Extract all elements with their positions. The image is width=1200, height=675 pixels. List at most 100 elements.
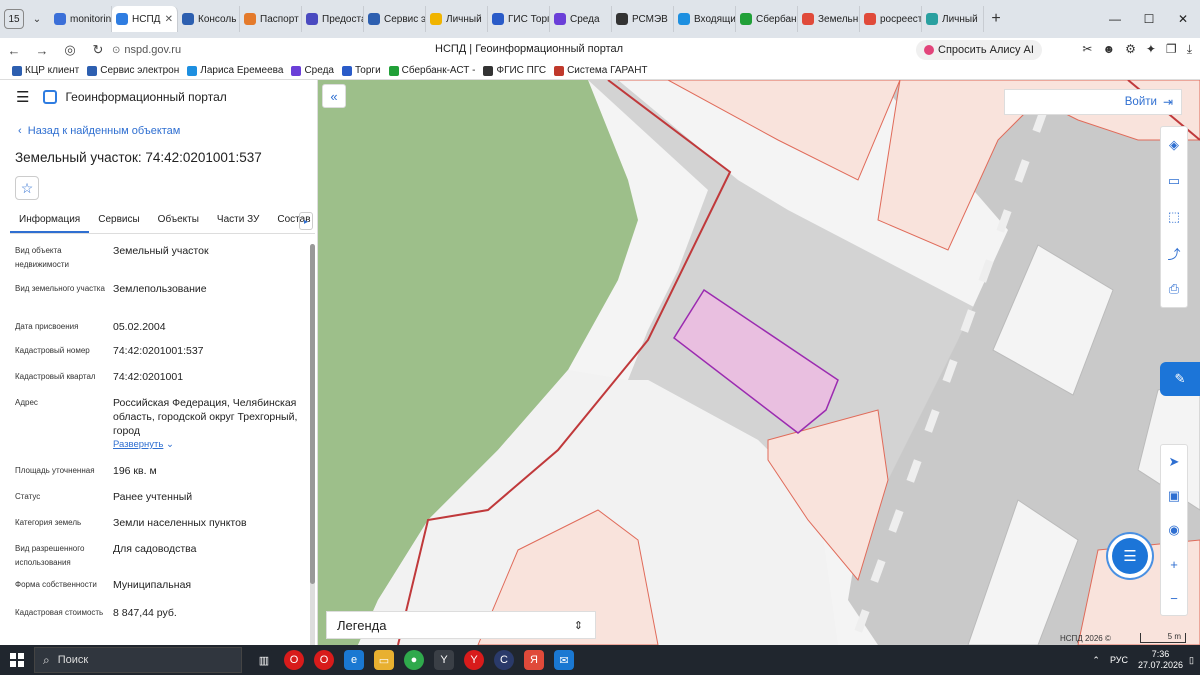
chat-button[interactable]: ☰ bbox=[1112, 538, 1148, 574]
maximize-icon[interactable]: ☐ bbox=[1132, 12, 1166, 26]
menu-icon[interactable]: ☰ bbox=[16, 88, 29, 106]
share-icon[interactable]: ⤴ bbox=[1161, 235, 1187, 271]
browser-tab[interactable]: Сервис э bbox=[364, 6, 426, 32]
notifications-icon[interactable]: ▯ bbox=[1189, 655, 1194, 666]
info-tab[interactable]: Части ЗУ bbox=[208, 210, 268, 233]
protect-icon[interactable]: ◎ bbox=[56, 42, 84, 58]
map-canvas[interactable] bbox=[318, 80, 1200, 645]
puzzle-icon[interactable]: ✦ bbox=[1146, 42, 1156, 57]
mail-icon[interactable]: ✉ bbox=[554, 650, 574, 670]
collections-icon[interactable]: ❐ bbox=[1166, 42, 1177, 57]
bookmark-item[interactable]: ФГИС ПГС bbox=[483, 65, 546, 76]
panel-header: ☰ Геоинформационный портал bbox=[0, 80, 317, 114]
new-tab-button[interactable]: + bbox=[984, 10, 1008, 28]
tab-favicon-icon bbox=[116, 13, 128, 25]
expand-chevron-icon: ⌄ bbox=[163, 439, 174, 450]
tab-label: monitoring bbox=[70, 13, 112, 25]
info-tab[interactable]: Сервисы bbox=[89, 210, 148, 233]
browser-tab[interactable]: Паспорт bbox=[240, 6, 302, 32]
property-value-text: Российская Федерация, Челябинская област… bbox=[113, 397, 298, 437]
back-arrow-icon[interactable]: ← bbox=[0, 43, 28, 58]
back-to-results-link[interactable]: ‹ Назад к найденным объектам bbox=[18, 125, 180, 137]
browser-tab[interactable]: Земельн bbox=[798, 6, 860, 32]
yandex-browser-icon[interactable]: Y bbox=[434, 650, 454, 670]
tabs-scroll-right-icon[interactable]: ▸ bbox=[299, 212, 313, 230]
forward-arrow-icon[interactable]: → bbox=[28, 43, 56, 58]
panel-scrollbar[interactable] bbox=[310, 244, 315, 664]
tab-label: Паспорт bbox=[260, 13, 299, 25]
tab-label: Личный bbox=[942, 13, 978, 25]
task-view-icon[interactable]: ▥ bbox=[254, 650, 274, 670]
opera-gx-icon[interactable]: O bbox=[314, 650, 334, 670]
reload-icon[interactable]: ↻ bbox=[84, 42, 112, 58]
bookmark-item[interactable]: Среда bbox=[291, 65, 334, 76]
bookmark-item[interactable]: Торги bbox=[341, 65, 381, 76]
login-button[interactable]: Войти ⇥ bbox=[1004, 89, 1182, 115]
chrome-icon[interactable]: ● bbox=[404, 650, 424, 670]
info-tab[interactable]: Объекты bbox=[149, 210, 208, 233]
opera-icon[interactable]: O bbox=[284, 650, 304, 670]
extension-icon[interactable]: ⚙ bbox=[1125, 42, 1136, 57]
minimize-icon[interactable]: — bbox=[1098, 12, 1132, 26]
bookmark-item[interactable]: Система ГАРАНТ bbox=[554, 65, 648, 76]
locate-icon[interactable]: ◉ bbox=[1161, 513, 1187, 547]
property-value-text: Землепользование bbox=[113, 283, 207, 295]
favorite-star-icon[interactable]: ☆ bbox=[15, 176, 39, 200]
tab-label: Сервис э bbox=[384, 13, 426, 25]
zoom-out-icon[interactable]: − bbox=[1161, 581, 1187, 615]
tools-icon[interactable]: ✂ bbox=[1082, 42, 1092, 57]
select-area-icon[interactable]: ⬚ bbox=[1161, 199, 1187, 235]
browser-tab[interactable]: Личный bbox=[922, 6, 984, 32]
windows-start-icon[interactable] bbox=[6, 649, 28, 671]
feedback-side-button[interactable]: ✎ bbox=[1160, 362, 1200, 396]
edge-icon[interactable]: e bbox=[344, 650, 364, 670]
tab-list-chevron-icon[interactable]: ⌄ bbox=[28, 14, 46, 25]
bookmark-item[interactable]: Сервис электрон bbox=[87, 65, 179, 76]
camera-app-icon[interactable]: C bbox=[494, 650, 514, 670]
ruler-icon[interactable]: ▭ bbox=[1161, 163, 1187, 199]
browser-tab[interactable]: monitoring bbox=[50, 6, 112, 32]
tab-count-badge[interactable]: 15 bbox=[4, 9, 24, 29]
url-field[interactable]: nspd.gov.ru bbox=[124, 44, 181, 56]
address-bar: ← → ◎ ↻ ⊙ nspd.gov.ru НСПД | Геоинформац… bbox=[0, 38, 1200, 62]
site-lock-icon[interactable]: ⊙ bbox=[112, 45, 120, 56]
browser-tab[interactable]: Среда bbox=[550, 6, 612, 32]
explorer-icon[interactable]: ▭ bbox=[374, 650, 394, 670]
clock[interactable]: 7:36 27.07.2026 bbox=[1138, 649, 1183, 671]
tray-chevron-icon[interactable]: ⌃ bbox=[1092, 655, 1100, 666]
scrollbar-thumb[interactable] bbox=[310, 244, 315, 584]
browser-tab[interactable]: Личный bbox=[426, 6, 488, 32]
bookmark-item[interactable]: Сбербанк-АСТ - bbox=[388, 65, 475, 76]
zoom-in-icon[interactable]: + bbox=[1161, 547, 1187, 581]
geolocation-icon[interactable]: ➤ bbox=[1161, 445, 1187, 479]
browser-tab[interactable]: Сбербан bbox=[736, 6, 798, 32]
close-window-icon[interactable]: ✕ bbox=[1166, 12, 1200, 26]
download-icon[interactable]: ⤓ bbox=[1187, 42, 1192, 57]
info-tab[interactable]: Информация bbox=[10, 210, 90, 233]
browser-tab[interactable]: Входящи bbox=[674, 6, 736, 32]
tab-close-icon[interactable]: ✕ bbox=[165, 14, 173, 25]
expand-address-link[interactable]: Развернуть ⌄ bbox=[113, 438, 303, 452]
print-icon[interactable]: ⎙ bbox=[1161, 271, 1187, 307]
property-key: Вид земельного участка bbox=[15, 284, 105, 293]
browser-tab[interactable]: ГИС Торг bbox=[488, 6, 550, 32]
collapse-panel-button[interactable]: « bbox=[322, 84, 346, 108]
bookmark-item[interactable]: Лариса Еремеева bbox=[187, 65, 283, 76]
legend-toggle[interactable]: Легенда ⇕ bbox=[326, 611, 596, 639]
yandex-icon[interactable]: Y bbox=[464, 650, 484, 670]
browser-tab[interactable]: Консоль bbox=[178, 6, 240, 32]
profile-icon[interactable]: ☻ bbox=[1102, 42, 1115, 57]
bookmark-item[interactable]: КЦР клиент bbox=[12, 65, 79, 76]
ask-alisa-button[interactable]: Спросить Алису AI bbox=[916, 40, 1042, 60]
minimap-icon[interactable]: ▣ bbox=[1161, 479, 1187, 513]
layers-icon[interactable]: ◈ bbox=[1161, 127, 1187, 163]
map-nav-tools: ➤ ▣ ◉ + − bbox=[1160, 444, 1188, 616]
browser-tab[interactable]: росреест bbox=[860, 6, 922, 32]
browser-tab[interactable]: РСМЭВ bbox=[612, 6, 674, 32]
taskbar-search[interactable]: ⌕ Поиск bbox=[34, 647, 242, 673]
map-view[interactable]: « Войти ⇥ ◈ ▭ ⬚ ⤴ ⎙ ✎ ➤ ▣ ◉ + − ☰ Легенд… bbox=[318, 80, 1200, 645]
browser-tab[interactable]: Предоста bbox=[302, 6, 364, 32]
input-language[interactable]: РУС bbox=[1110, 655, 1128, 665]
browser-tab[interactable]: НСПД ✕ bbox=[112, 6, 178, 32]
ya-icon[interactable]: Я bbox=[524, 650, 544, 670]
